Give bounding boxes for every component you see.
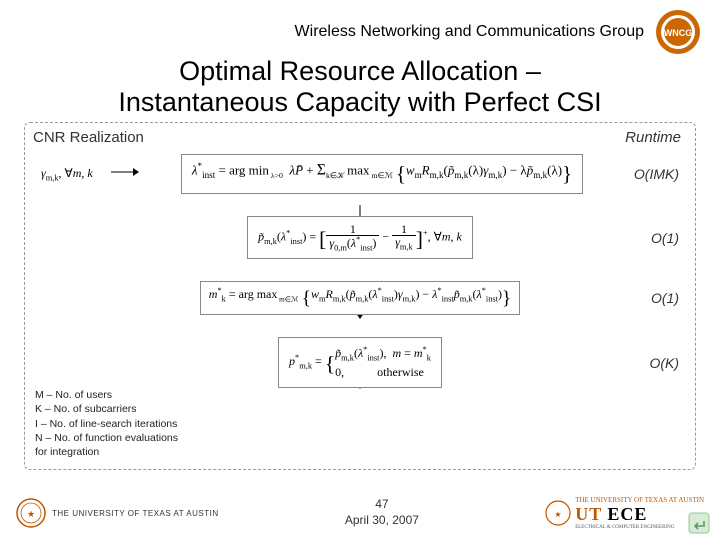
content-panel: CNR Realization Runtime γm,k, ∀m, k λ*in… xyxy=(24,122,696,470)
equation-2: p̃m,k(λ*inst) = [1γ0,m(λ*inst) − 1γm,k]+… xyxy=(247,216,473,260)
header: Wireless Networking and Communications G… xyxy=(0,0,720,60)
equation-row-4: p*m,k = {p̃m,k(λ*inst), m = m*k0, otherw… xyxy=(33,337,687,388)
legend-i: I – No. of line-search iterations xyxy=(35,417,178,431)
runtime-label: Runtime xyxy=(625,129,681,146)
ut-ece-logo: ★ THE UNIVERSITY OF TEXAS AT AUSTIN UT E… xyxy=(545,496,704,530)
legend-k: K – No. of subcarriers xyxy=(35,402,178,416)
equation-row-3: m*k = arg max m∈ℳ {wmRm,k(p̃m,k(λ*inst)γ… xyxy=(33,281,687,315)
legend-n2: for integration xyxy=(35,445,178,459)
equation-row-1: γm,k, ∀m, k λ*inst = arg min λ>0 λP̄ + Σ… xyxy=(33,154,687,194)
ut-wordmark: THE UNIVERSITY OF TEXAS AT AUSTIN xyxy=(52,509,219,518)
complexity-3: O(1) xyxy=(651,290,679,306)
equation-row-2: p̃m,k(λ*inst) = [1γ0,m(λ*inst) − 1γm,k]+… xyxy=(33,216,687,260)
legend-n: N – No. of function evaluations xyxy=(35,431,178,445)
complexity-4: O(K) xyxy=(649,355,679,371)
title-line-1: Optimal Resource Allocation – xyxy=(30,56,690,87)
ece-main: ECE xyxy=(607,504,647,524)
complexity-2: O(1) xyxy=(651,230,679,246)
equation-3: m*k = arg max m∈ℳ {wmRm,k(p̃m,k(λ*inst)γ… xyxy=(200,281,520,315)
ece-seal-icon: ★ xyxy=(545,500,571,526)
title-line-2: Instantaneous Capacity with Perfect CSI xyxy=(30,87,690,118)
footer: ★ THE UNIVERSITY OF TEXAS AT AUSTIN 47 A… xyxy=(0,490,720,536)
legend-m: M – No. of users xyxy=(35,388,178,402)
ece-sub-line: ELECTRICAL & COMPUTER ENGINEERING xyxy=(575,525,704,530)
svg-text:WNCG: WNCG xyxy=(664,28,693,38)
legend: M – No. of users K – No. of subcarriers … xyxy=(35,388,178,459)
svg-text:★: ★ xyxy=(27,509,35,519)
slide-title: Optimal Resource Allocation – Instantane… xyxy=(0,56,720,118)
return-nav-icon[interactable] xyxy=(688,512,710,534)
slide-date: April 30, 2007 xyxy=(219,513,546,529)
arrow-icon xyxy=(111,166,139,178)
footer-center: 47 April 30, 2007 xyxy=(219,497,546,528)
ut-seal-icon: ★ xyxy=(16,498,46,528)
equation-4: p*m,k = {p̃m,k(λ*inst), m = m*k0, otherw… xyxy=(278,337,442,388)
ut-austin-logo: ★ THE UNIVERSITY OF TEXAS AT AUSTIN xyxy=(16,498,219,528)
equation-1: λ*inst = arg min λ>0 λP̄ + Σk∈𝒦 max m∈ℳ … xyxy=(181,154,583,194)
wncg-logo-icon: WNCG xyxy=(654,8,702,56)
cnr-label: CNR Realization xyxy=(33,129,144,146)
header-group-name: Wireless Networking and Communications G… xyxy=(295,23,644,41)
complexity-1: O(IMK) xyxy=(634,166,679,182)
svg-text:★: ★ xyxy=(555,510,562,519)
slide: Wireless Networking and Communications G… xyxy=(0,0,720,540)
ece-ut-line: THE UNIVERSITY OF TEXAS AT AUSTIN xyxy=(575,496,704,504)
gamma-input: γm,k, ∀m, k xyxy=(41,166,93,182)
page-number: 47 xyxy=(219,497,546,513)
